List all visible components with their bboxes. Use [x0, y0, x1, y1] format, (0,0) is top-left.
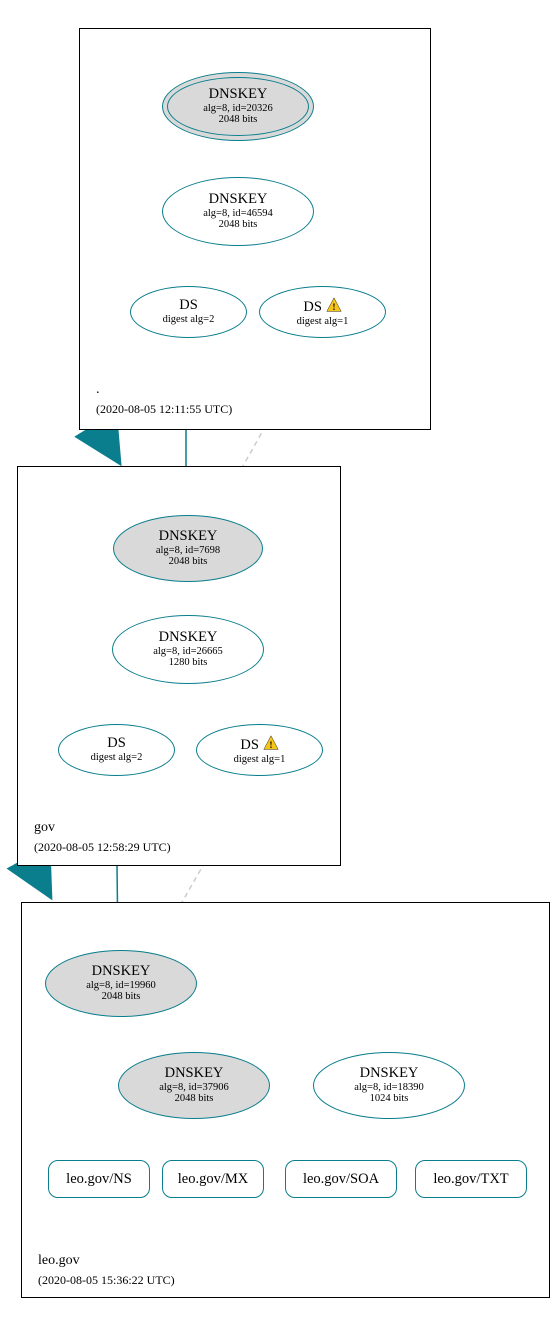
zone-gov-timestamp: (2020-08-05 12:58:29 UTC)	[34, 840, 171, 855]
node-line2: digest alg=2	[91, 752, 143, 764]
node-line2: alg=8, id=46594	[203, 208, 273, 220]
node-title: DNSKEY	[159, 630, 218, 646]
zone-root-timestamp: (2020-08-05 12:11:55 UTC)	[96, 402, 232, 417]
node-title: DNSKEY	[165, 1066, 224, 1082]
node-line3: 1280 bits	[169, 657, 208, 669]
node-title: DNSKEY	[209, 87, 268, 103]
node-title: DNSKEY	[92, 964, 151, 980]
root-ds-alg2: DS digest alg=2	[130, 286, 247, 338]
node-title: DS !	[303, 297, 341, 316]
ds-label: DS	[240, 737, 259, 753]
leo-dnskey-19960: DNSKEY alg=8, id=19960 2048 bits	[45, 950, 197, 1017]
node-line3: 2048 bits	[219, 219, 258, 231]
root-ds-alg1: DS ! digest alg=1	[259, 286, 386, 338]
node-title: DNSKEY	[360, 1066, 419, 1082]
zone-leo-name: leo.gov	[38, 1253, 80, 1269]
node-line3: 2048 bits	[219, 114, 258, 126]
node-line3: 2048 bits	[102, 991, 141, 1003]
node-title: DS	[107, 736, 126, 752]
gov-ds-alg2: DS digest alg=2	[58, 724, 175, 776]
node-line2: alg=8, id=7698	[156, 545, 220, 557]
zone-leo-timestamp: (2020-08-05 15:36:22 UTC)	[38, 1273, 175, 1288]
node-line2: alg=8, id=19960	[86, 980, 156, 992]
rr-soa: leo.gov/SOA	[285, 1160, 397, 1198]
gov-dnskey-7698: DNSKEY alg=8, id=7698 2048 bits	[113, 515, 263, 582]
node-title: DS !	[240, 735, 278, 754]
gov-dnskey-26665: DNSKEY alg=8, id=26665 1280 bits	[112, 615, 264, 684]
node-line2: alg=8, id=37906	[159, 1082, 229, 1094]
zone-root-name: .	[96, 382, 100, 398]
node-line2: alg=8, id=18390	[354, 1082, 424, 1094]
node-line2: alg=8, id=20326	[203, 103, 273, 115]
node-title: DS	[179, 298, 198, 314]
root-dnskey-20326: DNSKEY alg=8, id=20326 2048 bits	[162, 72, 314, 141]
node-line2: digest alg=1	[234, 754, 286, 766]
node-title: DNSKEY	[159, 529, 218, 545]
node-line2: alg=8, id=26665	[153, 646, 223, 658]
gov-ds-alg1: DS ! digest alg=1	[196, 724, 323, 776]
warning-icon: !	[326, 297, 342, 313]
rr-ns: leo.gov/NS	[48, 1160, 150, 1198]
leo-dnskey-18390: DNSKEY alg=8, id=18390 1024 bits	[313, 1052, 465, 1119]
node-line3: 1024 bits	[370, 1093, 409, 1105]
rr-txt: leo.gov/TXT	[415, 1160, 527, 1198]
node-line2: digest alg=1	[297, 316, 349, 328]
svg-text:!: !	[269, 740, 272, 751]
rr-mx: leo.gov/MX	[162, 1160, 264, 1198]
node-line3: 2048 bits	[175, 1093, 214, 1105]
zone-gov-name: gov	[34, 820, 55, 836]
root-dnskey-46594: DNSKEY alg=8, id=46594 2048 bits	[162, 177, 314, 246]
svg-text:!: !	[332, 302, 335, 313]
ds-label: DS	[303, 299, 322, 315]
leo-dnskey-37906: DNSKEY alg=8, id=37906 2048 bits	[118, 1052, 270, 1119]
node-title: DNSKEY	[209, 192, 268, 208]
warning-icon: !	[263, 735, 279, 751]
node-line2: digest alg=2	[163, 314, 215, 326]
node-line3: 2048 bits	[169, 556, 208, 568]
